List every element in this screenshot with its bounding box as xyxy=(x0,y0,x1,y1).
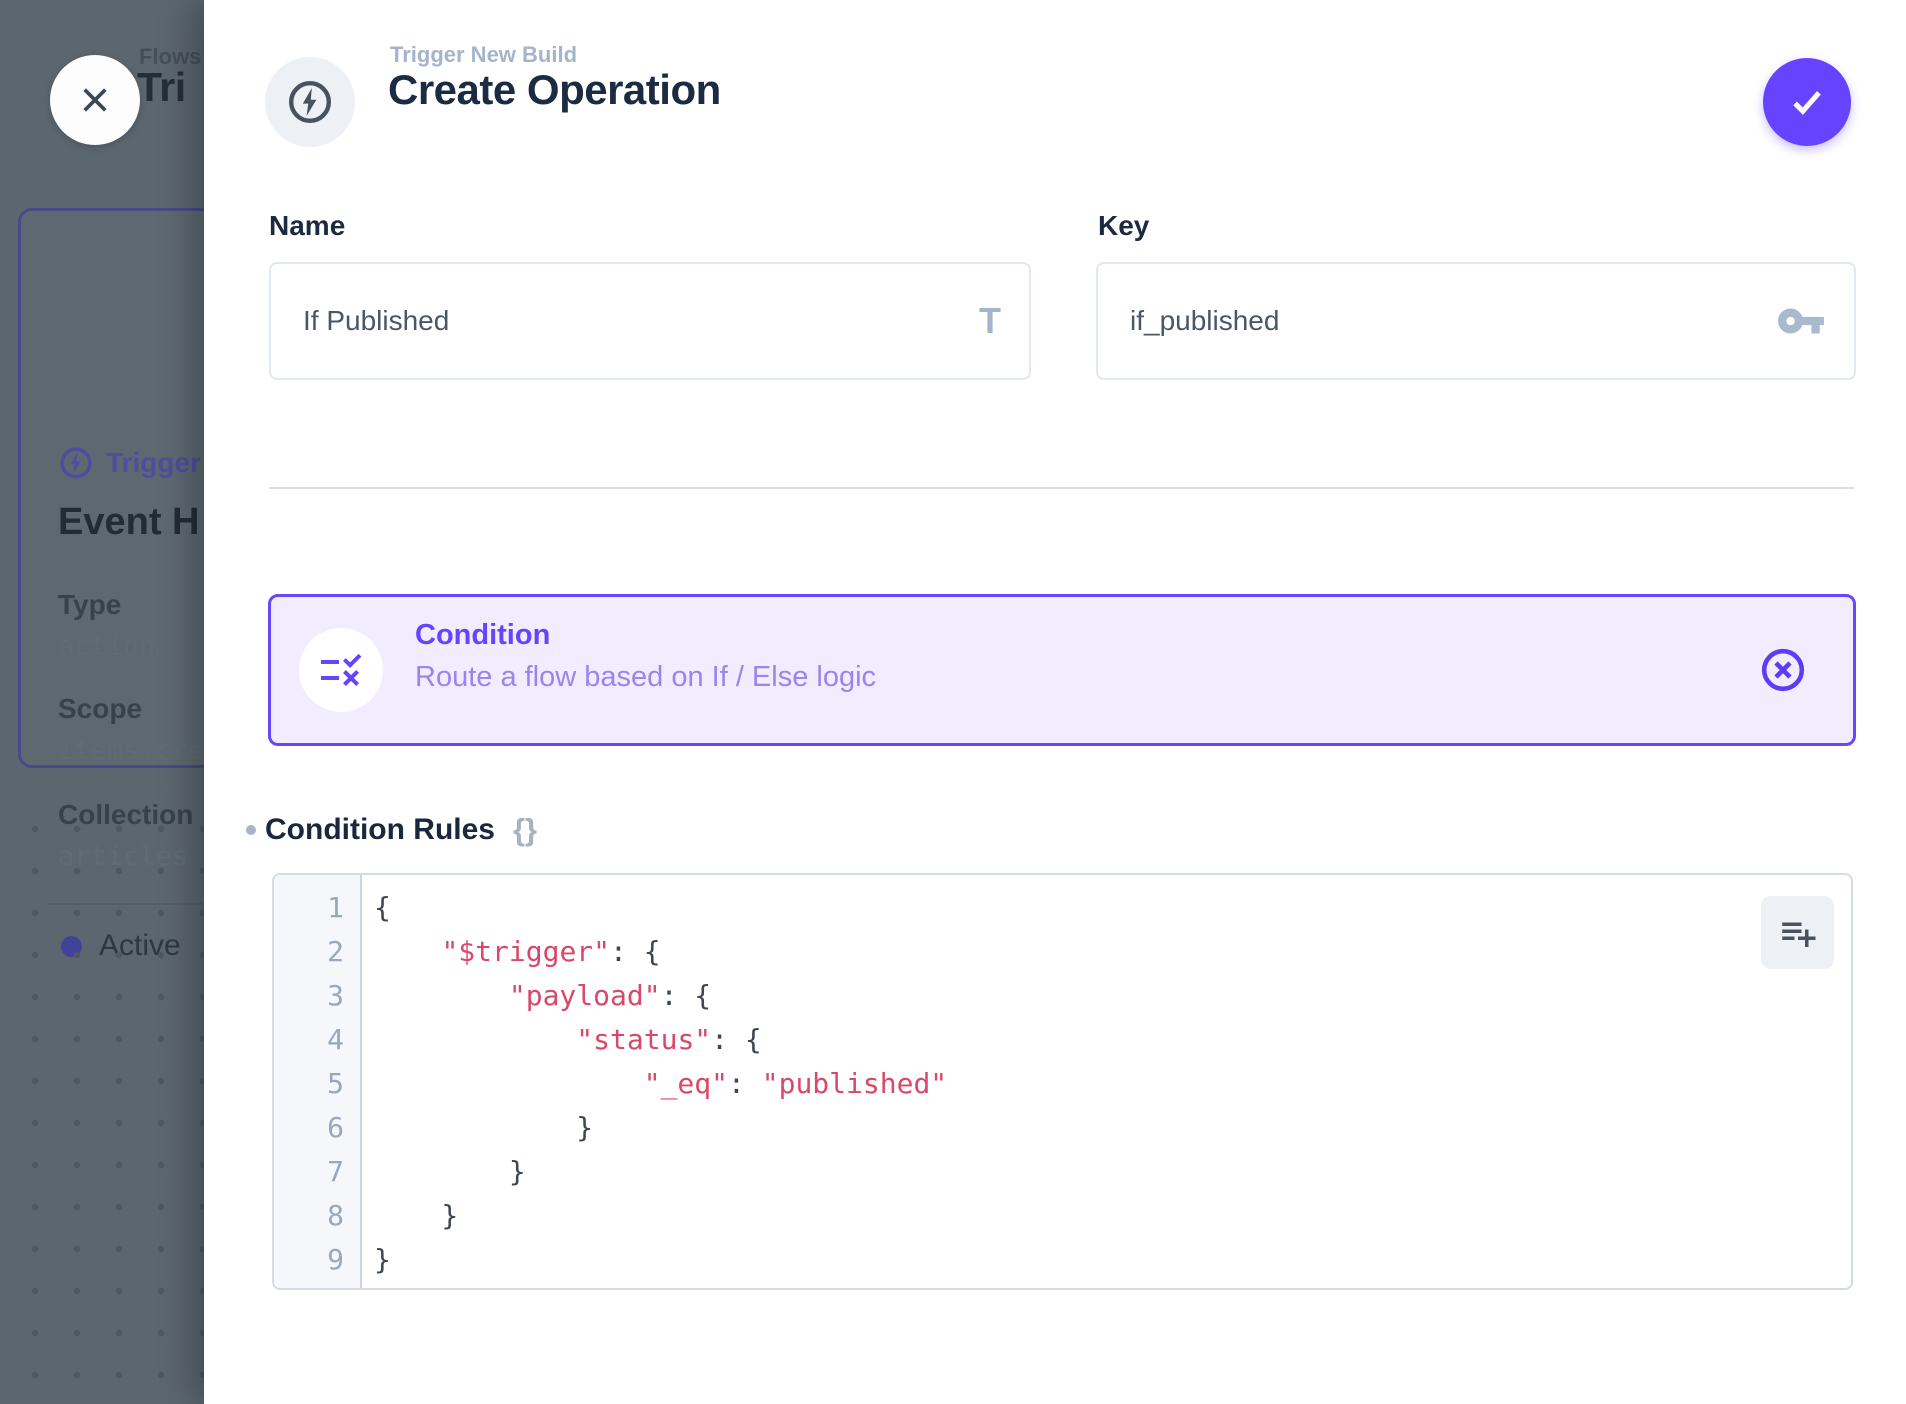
required-dot xyxy=(246,825,256,835)
playlist-add-icon xyxy=(1777,912,1819,954)
editor-gutter: 123456789 xyxy=(274,875,362,1288)
panel-header-label: Trigger xyxy=(106,447,201,479)
check-icon xyxy=(1785,80,1829,124)
operation-icon-circle xyxy=(299,628,383,712)
panel-header: Trigger xyxy=(58,445,201,481)
dot-grid-background xyxy=(0,790,204,1404)
create-operation-drawer: Trigger New Build Create Operation Name … xyxy=(204,0,1906,1404)
drawer-title: Create Operation xyxy=(388,66,721,114)
key-icon xyxy=(1776,296,1826,346)
section-divider xyxy=(269,487,1854,489)
bolt-circle-icon xyxy=(58,445,94,481)
condition-rules-code-editor[interactable]: 123456789 { "$trigger": { "payload": { "… xyxy=(272,873,1853,1290)
drawer-header-icon-wrap xyxy=(265,57,355,147)
operation-type-card-condition[interactable]: Condition Route a flow based on If / Els… xyxy=(268,594,1856,746)
close-drawer-button[interactable] xyxy=(50,55,140,145)
screen: Flows Tri Trigger Event H Type action Sc… xyxy=(0,0,1906,1404)
name-label: Name xyxy=(269,210,345,242)
save-button[interactable] xyxy=(1763,58,1851,146)
bolt-circle-icon xyxy=(286,78,334,126)
drawer-breadcrumb: Trigger New Build xyxy=(390,42,577,68)
condition-rules-header: Condition Rules {} xyxy=(246,812,537,848)
condition-rules-label: Condition Rules xyxy=(265,813,495,847)
braces-icon: {} xyxy=(513,812,537,848)
editor-format-button[interactable] xyxy=(1761,896,1834,969)
name-input[interactable]: If Published T xyxy=(269,262,1031,380)
operation-card-title: Condition xyxy=(415,619,550,652)
key-input-value: if_published xyxy=(1130,305,1776,337)
deselect-operation-button[interactable] xyxy=(1759,646,1807,694)
title-case-icon: T xyxy=(979,303,1001,339)
close-icon xyxy=(76,81,114,119)
key-input[interactable]: if_published xyxy=(1096,262,1856,380)
rule-icon xyxy=(317,646,365,694)
panel-field-type: Type action xyxy=(58,589,156,662)
page-title: Tri xyxy=(137,64,186,111)
flow-trigger-panel: Trigger Event H Type action Scope items.… xyxy=(18,208,204,768)
panel-title: Event H xyxy=(58,501,199,544)
editor-code[interactable]: { "$trigger": { "payload": { "status": {… xyxy=(362,875,1851,1288)
panel-field-scope: Scope items.cre xyxy=(58,693,204,766)
cancel-circle-icon xyxy=(1759,646,1807,694)
background-overlay: Flows Tri Trigger Event H Type action Sc… xyxy=(0,0,204,1404)
key-label: Key xyxy=(1098,210,1149,242)
name-input-value: If Published xyxy=(303,305,979,337)
operation-card-subtitle: Route a flow based on If / Else logic xyxy=(415,661,876,694)
